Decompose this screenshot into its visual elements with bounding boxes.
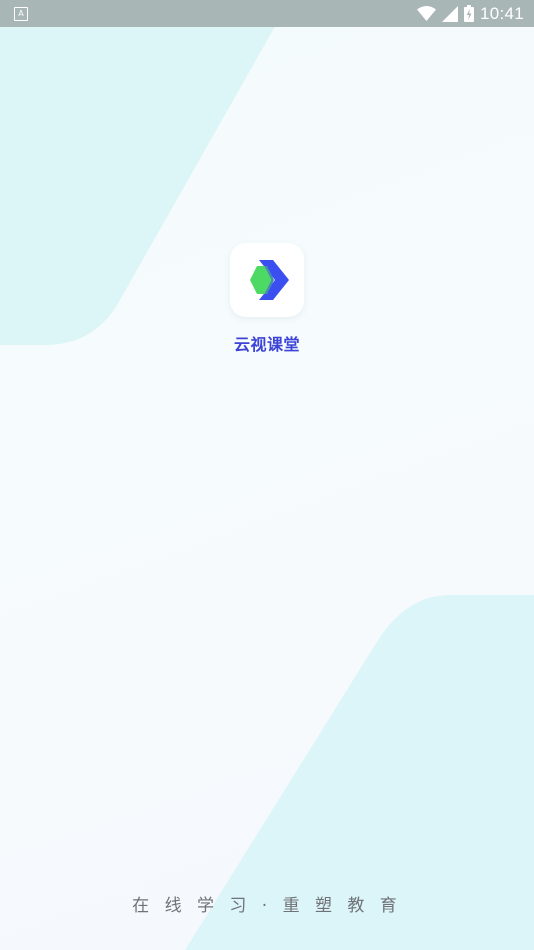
status-bar: A 10:41 bbox=[0, 0, 534, 27]
slogan-text: 在 线 学 习 · 重 塑 教 育 bbox=[132, 896, 402, 916]
wifi-icon bbox=[416, 6, 436, 21]
battery-charging-icon bbox=[463, 5, 474, 22]
app-name: 云视课堂 bbox=[233, 335, 300, 354]
notification-a-icon: A bbox=[14, 6, 28, 21]
status-time: 10:41 bbox=[479, 3, 524, 23]
splash-screen: A 10:41 云视课堂 在 线 学 习 · 重 塑 教 育 bbox=[0, 0, 534, 950]
status-bar-left: A bbox=[14, 6, 28, 21]
cell-signal-icon bbox=[441, 5, 458, 22]
app-logo-icon bbox=[250, 260, 289, 300]
status-bar-right: 10:41 bbox=[416, 3, 524, 24]
app-logo bbox=[230, 243, 304, 317]
